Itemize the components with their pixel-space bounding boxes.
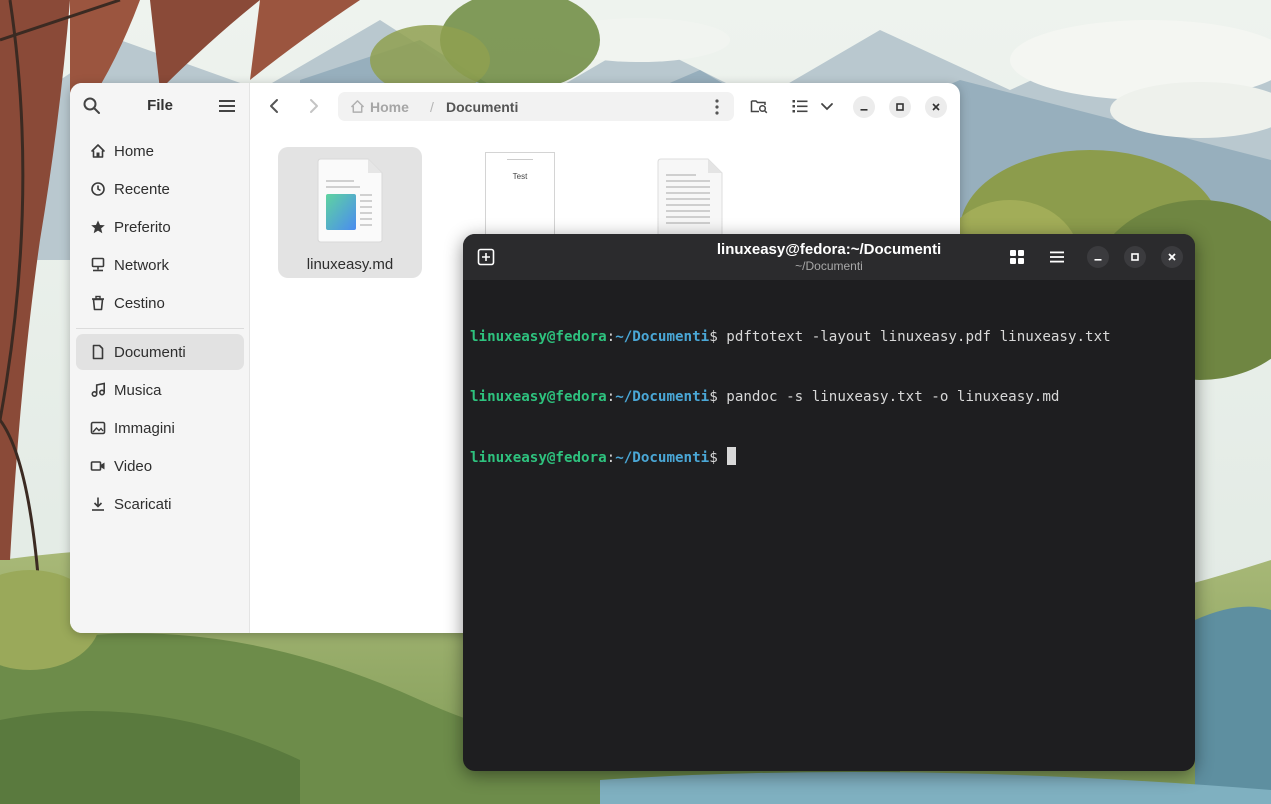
sidebar-separator — [76, 328, 244, 329]
trash-icon — [92, 295, 104, 311]
sidebar-item-label: Preferito — [114, 218, 171, 236]
prompt-colon: : — [606, 329, 616, 345]
terminal-line: linuxeasy@fedora:~/Documenti$ pdftotext … — [470, 327, 1189, 347]
breadcrumb-current[interactable]: Documenti — [446, 99, 518, 115]
prompt-path: ~/Documenti — [615, 450, 710, 466]
close-icon — [1168, 253, 1176, 261]
hamburger-menu-icon[interactable] — [1049, 249, 1065, 265]
music-icon — [91, 382, 106, 398]
command-text: pdftotext -layout linuxeasy.pdf linuxeas… — [717, 329, 1111, 345]
sidebar-item-label: Recente — [114, 180, 170, 198]
sidebar-item-documents[interactable]: Documenti — [76, 334, 244, 370]
terminal-line: linuxeasy@fedora:~/Documenti$ — [470, 447, 1189, 468]
prompt-user: linuxeasy@fedora — [470, 389, 607, 405]
sidebar-list: Home Recente Preferito Network Cestino D… — [76, 133, 244, 524]
thumbnail-text: Test — [513, 172, 528, 181]
search-folder-icon[interactable] — [750, 97, 768, 115]
sidebar-item-videos[interactable]: Video — [76, 448, 244, 484]
sidebar-item-label: Cestino — [114, 294, 165, 312]
sidebar-item-network[interactable]: Network — [76, 247, 244, 283]
breadcrumb-separator: / — [430, 99, 434, 115]
hamburger-menu-icon[interactable] — [218, 97, 236, 115]
chevron-down-icon[interactable] — [818, 97, 836, 115]
prompt-user: linuxeasy@fedora — [470, 450, 607, 466]
terminal-title: linuxeasy@fedora:~/Documenti — [716, 241, 942, 258]
breadcrumb-home[interactable]: Home — [370, 99, 409, 115]
minimize-button[interactable] — [853, 96, 875, 118]
sidebar-item-label: Video — [114, 457, 153, 475]
close-button[interactable] — [925, 96, 947, 118]
file-name: linuxeasy.md — [306, 256, 394, 273]
terminal-minimize-button[interactable] — [1087, 246, 1109, 268]
sidebar-item-recent[interactable]: Recente — [76, 171, 244, 207]
maximize-icon — [896, 103, 904, 111]
forward-arrow-icon[interactable] — [304, 97, 322, 115]
list-view-icon[interactable] — [791, 97, 809, 115]
sidebar-item-label: Documenti — [114, 343, 186, 361]
prompt-symbol: $ — [709, 450, 718, 466]
home-icon — [351, 100, 364, 113]
video-icon — [90, 461, 105, 471]
prompt-colon: : — [606, 450, 616, 466]
prompt-user: linuxeasy@fedora — [470, 329, 607, 345]
download-icon — [92, 497, 104, 511]
network-icon — [91, 257, 105, 272]
terminal-line: linuxeasy@fedora:~/Documenti$ pandoc -s … — [470, 387, 1189, 407]
more-options-icon[interactable] — [715, 99, 719, 115]
prompt-path: ~/Documenti — [615, 389, 710, 405]
terminal-maximize-button[interactable] — [1124, 246, 1146, 268]
clock-icon — [91, 182, 105, 196]
sidebar-item-home[interactable]: Home — [76, 133, 244, 169]
command-text: pandoc -s linuxeasy.txt -o linuxeasy.md — [717, 389, 1060, 405]
sidebar-item-label: Home — [114, 142, 155, 160]
tab-overview-icon[interactable] — [1009, 249, 1025, 265]
terminal-header: linuxeasy@fedora:~/Documenti ~/Documenti — [463, 234, 1195, 280]
prompt-colon: : — [606, 389, 616, 405]
sidebar-item-pictures[interactable]: Immagini — [76, 410, 244, 446]
sidebar-item-label: Network — [114, 256, 170, 274]
command-text — [718, 450, 727, 466]
file-manager-header: Home / Documenti — [250, 83, 960, 129]
home-icon — [91, 144, 105, 158]
sidebar-item-starred[interactable]: Preferito — [76, 209, 244, 245]
maximize-button[interactable] — [889, 96, 911, 118]
close-icon — [932, 103, 940, 111]
sidebar: File Home Recente Preferito Network Cest… — [70, 83, 250, 633]
prompt-symbol: $ — [709, 329, 718, 345]
markdown-file-icon — [317, 158, 383, 243]
pdf-thumbnail: Test — [485, 152, 555, 242]
prompt-symbol: $ — [709, 389, 718, 405]
star-icon — [91, 220, 105, 234]
sidebar-item-downloads[interactable]: Scaricati — [76, 486, 244, 522]
sidebar-header: File — [70, 83, 249, 129]
sidebar-item-label: Musica — [114, 381, 162, 399]
terminal-window: linuxeasy@fedora:~/Documenti ~/Documenti… — [463, 234, 1195, 771]
sidebar-item-music[interactable]: Musica — [76, 372, 244, 408]
sidebar-item-trash[interactable]: Cestino — [76, 285, 244, 321]
terminal-close-button[interactable] — [1161, 246, 1183, 268]
prompt-path: ~/Documenti — [615, 329, 710, 345]
back-arrow-icon[interactable] — [266, 97, 284, 115]
sidebar-item-label: Scaricati — [114, 495, 172, 513]
terminal-output[interactable]: linuxeasy@fedora:~/Documenti$ pdftotext … — [470, 287, 1189, 508]
terminal-subtitle: ~/Documenti — [795, 259, 863, 273]
image-icon — [90, 421, 106, 435]
minimize-icon — [860, 109, 868, 111]
terminal-cursor — [727, 447, 737, 465]
file-item[interactable]: linuxeasy.md — [278, 147, 422, 278]
document-icon — [92, 344, 104, 360]
maximize-icon — [1131, 253, 1139, 261]
minimize-icon — [1094, 259, 1102, 261]
pathbar[interactable]: Home / Documenti — [338, 92, 734, 121]
text-file-icon — [657, 158, 723, 243]
sidebar-item-label: Immagini — [114, 419, 175, 437]
